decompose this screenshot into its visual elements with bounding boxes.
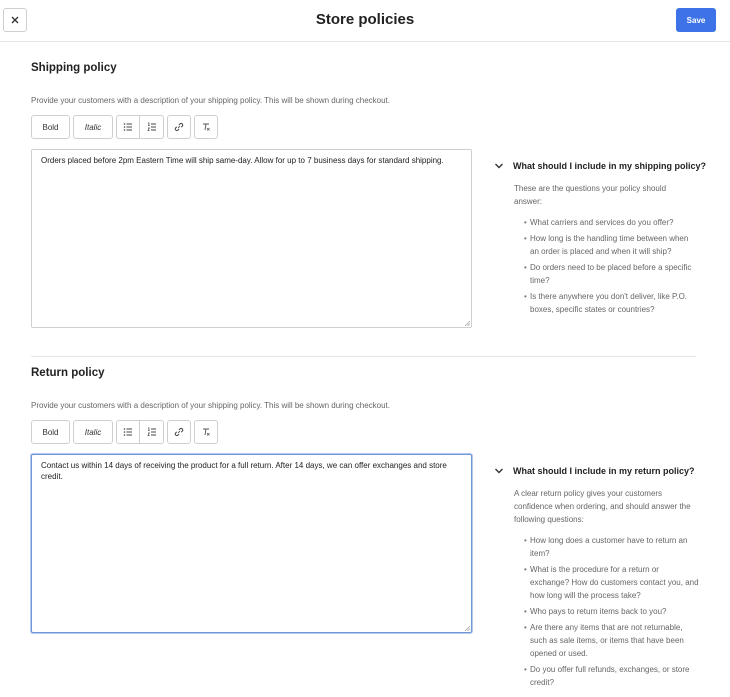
chevron-down-icon [495,163,503,169]
clear-format-icon [203,123,210,131]
numbered-list-button[interactable] [140,115,164,139]
bulleted-list-button[interactable] [116,115,140,139]
shipping-format-toolbar: Bold Italic [31,115,218,139]
list-item: What is the procedure for a return or ex… [514,563,699,602]
return-help-intro: A clear return policy gives your custome… [514,489,691,524]
return-policy-description: Provide your customers with a descriptio… [31,401,390,410]
shipping-help-list: What carriers and services do you offer?… [514,216,699,316]
link-icon [174,122,184,132]
clear-format-button[interactable] [194,115,218,139]
list-item: Are there any items that are not returna… [514,621,699,660]
return-help-toggle[interactable]: What should I include in my return polic… [493,465,713,477]
insert-link-button[interactable] [167,115,191,139]
return-policy-title: Return policy [31,367,105,379]
return-help-title: What should I include in my return polic… [513,466,695,476]
return-policy-input[interactable]: Contact us within 14 days of receiving t… [31,454,472,633]
list-item: Is there anywhere you don't deliver, lik… [514,290,699,316]
clear-format-button[interactable] [194,420,218,444]
clear-format-icon [203,428,210,436]
shipping-help-toggle[interactable]: What should I include in my shipping pol… [493,160,713,172]
shipping-help-panel: What should I include in my shipping pol… [493,160,713,319]
page-title: Store policies [315,11,415,28]
bulleted-list-icon [123,428,132,436]
list-item: Who pays to return items back to you? [514,605,699,618]
bold-button[interactable]: Bold [31,115,70,139]
top-bar: Store policies Save [0,0,730,42]
shipping-policy-description: Provide your customers with a descriptio… [31,96,390,105]
save-button[interactable]: Save [676,8,716,32]
list-item: How long is the handling time between wh… [514,232,699,258]
list-item: Do you offer full refunds, exchanges, or… [514,663,699,689]
numbered-list-icon [146,122,156,131]
list-button-group [116,115,164,139]
return-help-list: How long does a customer have to return … [514,534,699,689]
shipping-help-intro: These are the questions your policy shou… [514,184,667,206]
bulleted-list-button[interactable] [116,420,140,444]
italic-button[interactable]: Italic [73,115,113,139]
section-divider [31,356,696,357]
italic-button[interactable]: Italic [73,420,113,444]
numbered-list-button[interactable] [140,420,164,444]
list-button-group [116,420,164,444]
return-help-panel: What should I include in my return polic… [493,465,713,692]
shipping-policy-title: Shipping policy [31,62,117,74]
link-icon [174,427,184,437]
resize-handle-icon[interactable] [464,320,470,326]
shipping-policy-input[interactable]: Orders placed before 2pm Eastern Time wi… [31,149,472,328]
shipping-help-title: What should I include in my shipping pol… [513,161,707,171]
resize-handle-icon[interactable] [464,625,470,631]
list-item: How long does a customer have to return … [514,534,699,560]
list-item: What carriers and services do you offer? [514,216,699,229]
return-format-toolbar: Bold Italic [31,420,218,444]
bulleted-list-icon [123,123,132,131]
bold-button[interactable]: Bold [31,420,70,444]
list-item: Do orders need to be placed before a spe… [514,261,699,287]
numbered-list-icon [146,427,156,436]
chevron-down-icon [495,468,503,474]
insert-link-button[interactable] [167,420,191,444]
